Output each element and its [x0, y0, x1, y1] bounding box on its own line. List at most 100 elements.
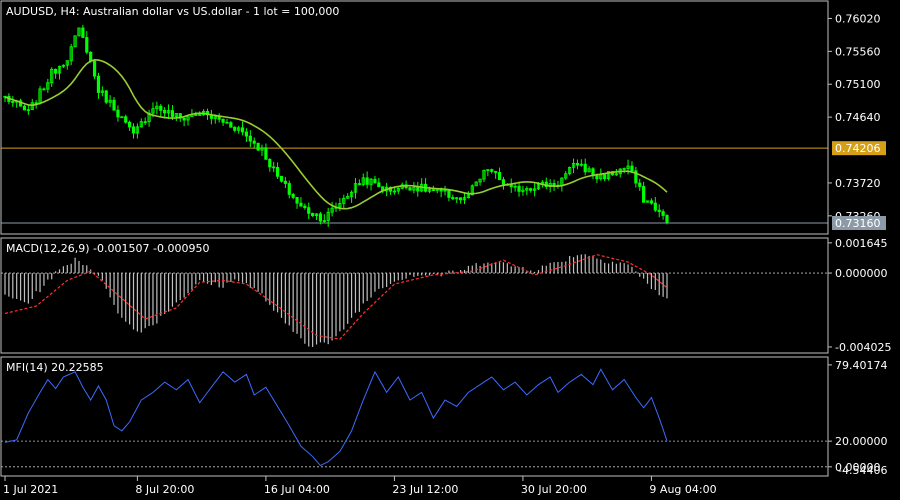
pane-frames: [0, 0, 829, 477]
marker-price-label: 0.74206: [835, 142, 881, 155]
candle-body: [295, 197, 299, 204]
candle-body: [529, 188, 533, 191]
candle-body: [552, 183, 556, 186]
candle-body: [490, 169, 494, 172]
candle-body: [225, 121, 229, 124]
candle-body: [630, 165, 634, 172]
candle-body: [89, 51, 93, 62]
time-tick-label: 30 Jul 20:00: [521, 483, 587, 496]
candle-body: [128, 121, 132, 128]
candle-body: [85, 37, 89, 53]
candle-body: [22, 105, 27, 111]
mfi-tick-label: 79.40174: [835, 359, 888, 372]
price-tick-label: 0.76020: [835, 12, 881, 25]
candle-body: [311, 212, 315, 217]
candle-body: [649, 200, 654, 204]
candle-body: [143, 121, 147, 124]
candle-body: [583, 163, 587, 173]
candle-body: [275, 167, 280, 177]
candle-body: [373, 178, 377, 184]
candle-body: [318, 213, 323, 222]
price-tick-label: 0.75100: [835, 78, 881, 91]
candle-body: [116, 109, 120, 118]
candle-body: [501, 179, 506, 185]
candle-body: [11, 101, 15, 103]
mfi-overlap-tick-label: -4.54406: [838, 464, 887, 477]
candle-body: [42, 88, 46, 91]
candle-body: [638, 182, 642, 187]
time-tick-label: 8 Jul 20:00: [135, 483, 194, 496]
chart-canvas[interactable]: 0.760200.755600.751000.746400.737200.732…: [0, 0, 900, 500]
candle-body: [104, 90, 108, 103]
mfi-pane-frame: [0, 356, 829, 477]
candle-body: [233, 126, 237, 131]
time-tick-label: 1 Jul 2021: [3, 483, 58, 496]
current-price-label: 0.73160: [835, 217, 881, 230]
price-tick-label: 0.74640: [835, 111, 881, 124]
macd-tick-label: 0.001645: [835, 237, 888, 250]
candle-body: [459, 197, 463, 201]
candle-body: [248, 135, 252, 142]
candle-body: [252, 140, 256, 144]
macd-tick-label: 0.000000: [835, 267, 888, 280]
candle-body: [131, 126, 136, 134]
time-tick-label: 23 Jul 12:00: [392, 483, 458, 496]
mfi-tick-label: 20.00000: [835, 435, 888, 448]
candle-body: [575, 162, 580, 166]
mfi-line: [4, 368, 668, 467]
candle-body: [264, 147, 268, 160]
candle-body: [377, 182, 381, 188]
candle-body: [665, 215, 669, 223]
candle-body: [447, 189, 451, 198]
candle-body: [159, 105, 163, 111]
candle-body: [229, 122, 233, 128]
candle-body: [291, 193, 295, 198]
candle-body: [81, 27, 85, 38]
candle-body: [307, 207, 311, 214]
mfi-title: MFI(14) 20.22585: [6, 361, 104, 374]
candle-body: [303, 205, 307, 209]
candle-body: [54, 68, 58, 74]
price-chart-title: AUDUSD, H4: Australian dollar vs US.doll…: [6, 5, 339, 18]
candle-body: [517, 185, 521, 192]
candle-body: [244, 131, 249, 137]
candle-body: [268, 158, 272, 168]
candle-body: [357, 183, 361, 185]
candle-body: [112, 99, 116, 111]
candle-body: [497, 172, 502, 181]
time-axis: 1 Jul 2021 8 Jul 20:00 16 Jul 04:00 23 Jul …: [3, 476, 717, 496]
candle-body: [279, 175, 284, 182]
time-tick-label: 16 Jul 04:00: [264, 483, 330, 496]
candle-body: [661, 211, 665, 216]
candle-body: [408, 187, 412, 191]
macd-tick-label: -0.004025: [835, 341, 891, 354]
candle-body: [198, 114, 202, 116]
candle-body: [642, 186, 646, 203]
time-tick-label: 9 Aug 04:00: [649, 483, 716, 496]
candle-body: [283, 180, 287, 184]
price-tick-label: 0.73720: [835, 177, 881, 190]
candle-body: [217, 116, 221, 120]
moving-average-line: [4, 59, 668, 210]
candle-body: [170, 110, 175, 117]
candle-body: [272, 166, 276, 169]
candle-body: [494, 171, 498, 173]
macd-title: MACD(12,26,9) -0.001507 -0.000950: [6, 242, 209, 255]
candle-body: [451, 197, 455, 200]
price-tick-label: 0.75560: [835, 45, 881, 58]
mfi-pane: 79.4017420.000000.00000-4.54406: [1, 359, 888, 477]
candle-body: [256, 142, 260, 151]
candle-body: [92, 60, 97, 77]
candle-body: [221, 118, 225, 123]
candle-body: [240, 127, 245, 133]
candle-body: [124, 116, 128, 123]
price-pane: 0.760200.755600.751000.746400.737200.732…: [1, 12, 886, 230]
candle-body: [431, 189, 435, 192]
macd-pane-frame: [0, 237, 829, 354]
candle-body: [96, 75, 101, 93]
candle-body: [194, 114, 198, 116]
candle-body: [299, 202, 303, 207]
candle-body: [416, 186, 420, 192]
candle-body: [657, 209, 661, 212]
candle-body: [365, 177, 369, 185]
